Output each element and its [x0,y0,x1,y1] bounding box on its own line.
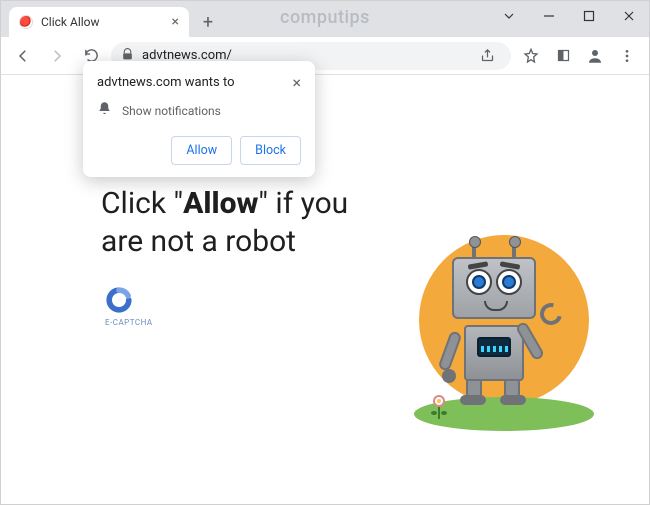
robot-illustration [404,225,604,445]
tab-close-icon[interactable]: × [172,15,179,29]
allow-button[interactable]: Allow [171,136,232,165]
new-tab-button[interactable]: + [195,9,221,35]
notification-permission-popup: advtnews.com wants to × Show notificatio… [83,61,315,177]
window-close-icon[interactable] [609,1,649,31]
menu-icon[interactable] [613,42,641,70]
block-button[interactable]: Block [240,136,301,165]
extensions-icon[interactable] [549,42,577,70]
captcha-badge: E-CAPTCHA [105,286,389,327]
watermark-text: computips [280,7,370,28]
bookmark-icon[interactable] [517,42,545,70]
back-button[interactable] [9,42,37,70]
captcha-label: E-CAPTCHA [105,318,389,327]
permission-message: Show notifications [122,104,221,118]
profile-icon[interactable] [581,42,609,70]
forward-button[interactable] [43,42,71,70]
headline-pre: Click " [101,186,183,221]
favicon-icon [19,15,33,29]
permission-title: advtnews.com wants to [97,75,284,90]
flower-icon [426,393,452,421]
window-maximize-icon[interactable] [569,1,609,31]
window-minimize-icon[interactable] [529,1,569,31]
captcha-logo-icon [105,286,133,314]
headline: Click "Allow" if you are not a robot [101,185,389,260]
window-dropdown-icon[interactable] [489,1,529,31]
headline-bold: Allow [183,186,258,221]
window-controls [489,1,649,31]
tab-title: Click Allow [41,15,164,29]
browser-tab[interactable]: Click Allow × [9,7,189,37]
titlebar: computips Click Allow × + [1,1,649,37]
permission-close-icon[interactable]: × [292,75,301,91]
bell-icon [97,101,112,120]
share-icon[interactable] [473,42,501,70]
